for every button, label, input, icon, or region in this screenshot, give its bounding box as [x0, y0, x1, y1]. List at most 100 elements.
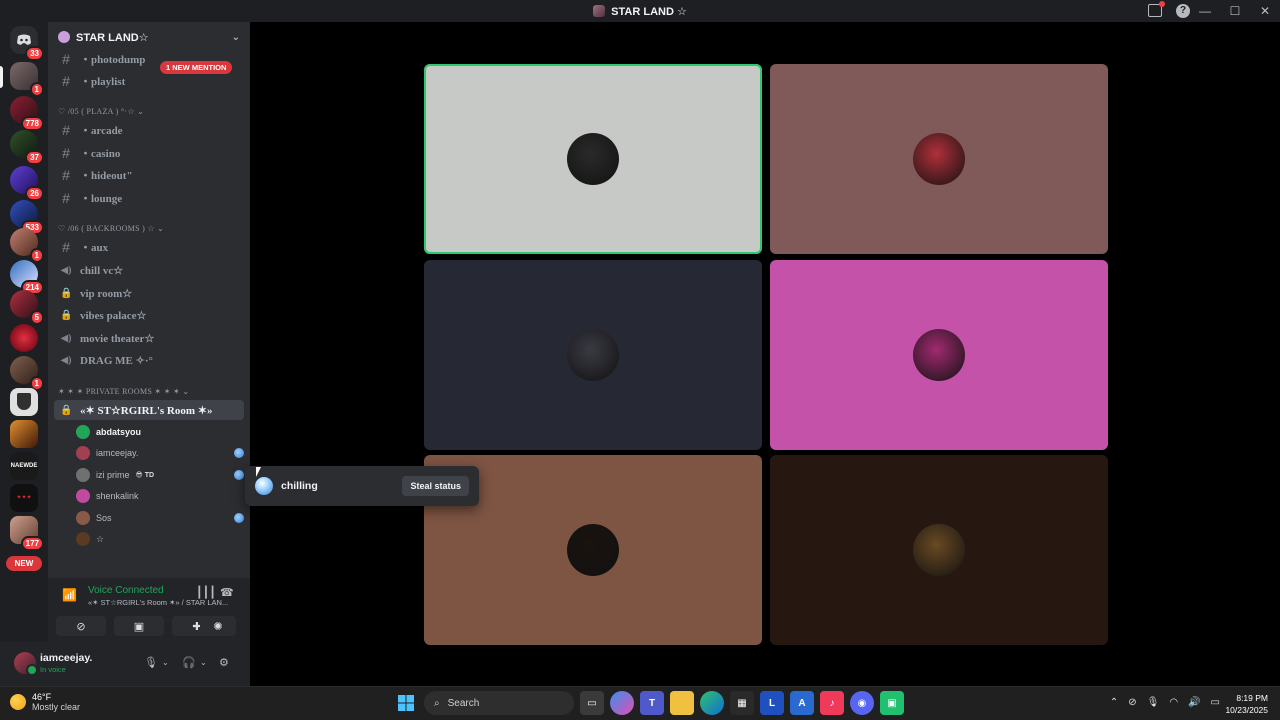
new-unreads-badge[interactable]: NEW [6, 556, 42, 571]
user-panel: iamceejay. In voice 🎙 ⌄ 🎧 ⌄ ⚙ [0, 642, 250, 686]
channel-casino[interactable]: # ・casino [54, 143, 244, 163]
server-icon[interactable]: 1 [10, 356, 44, 391]
app-a-icon[interactable]: A [790, 691, 814, 715]
server-icon[interactable]: 1 [10, 62, 44, 97]
voice-channel-chill-vc[interactable]: ◀) chill vc☆ [54, 260, 244, 280]
server-icon[interactable]: NAEWDE [10, 452, 38, 480]
voice-status[interactable]: Voice Connected [88, 585, 164, 596]
headphones-icon[interactable]: 🎧 [182, 656, 196, 669]
start-button[interactable] [394, 691, 418, 715]
clock[interactable]: 8:19 PM 10/23/2025 [1225, 692, 1268, 716]
taskbar-search[interactable]: ⌕ Search [424, 691, 574, 715]
voice-stage [250, 22, 1280, 686]
close-icon[interactable]: ✕ [1250, 4, 1280, 18]
voice-user[interactable]: Sos [76, 508, 244, 528]
avatar [76, 468, 90, 482]
microphone-icon[interactable]: 🎙 [1147, 697, 1160, 708]
voice-user[interactable]: izi prime 😎 TD [76, 465, 244, 485]
file-explorer-icon[interactable] [670, 691, 694, 715]
chevron-down-icon[interactable]: ⌄ [232, 32, 240, 43]
channel-lounge[interactable]: # ・lounge [54, 188, 244, 208]
camera-off-button[interactable]: ⊘ [56, 616, 106, 636]
chevron-down-icon[interactable]: ⌄ [200, 658, 207, 667]
weather-temp: 46°F [32, 692, 52, 702]
voice-channel-movie-theater[interactable]: ◀) movie theater☆ [54, 328, 244, 348]
wifi-icon[interactable]: ◠ [1169, 697, 1178, 708]
disconnect-icon[interactable]: ☎ [220, 586, 234, 599]
noise-suppression-icon[interactable]: ┃┃┃ [196, 586, 216, 599]
signal-icon[interactable]: 📶 [62, 588, 78, 602]
server-icon[interactable] [10, 388, 38, 416]
server-icon[interactable]: 5 [10, 290, 44, 325]
channel-label: vip room☆ [80, 287, 133, 300]
chevron-up-icon[interactable]: ⌃ [1110, 697, 1118, 708]
participant-tile[interactable] [770, 260, 1108, 450]
avatar [567, 133, 619, 185]
server-icon[interactable] [10, 324, 38, 352]
maximize-icon[interactable]: ☐ [1220, 4, 1250, 18]
server-icon[interactable]: 533 [10, 200, 44, 235]
channel-playlist[interactable]: # ・playlist [54, 71, 244, 91]
server-icon[interactable]: 37 [10, 130, 44, 165]
voice-channel-vip-room[interactable]: 🔒 vip room☆ [54, 283, 244, 303]
activity-icon [234, 513, 244, 523]
screen-share-button[interactable]: ▣ [114, 616, 164, 636]
participant-tile[interactable] [770, 64, 1108, 254]
server-icon[interactable]: 214 [10, 260, 44, 295]
weather-widget[interactable]: 46°F Mostly clear [10, 692, 80, 712]
volume-icon[interactable]: 🔊 [1188, 697, 1200, 708]
direct-messages-button[interactable]: 33 [10, 26, 44, 61]
settings-gear-icon[interactable]: ⚙ [219, 656, 229, 669]
category-private-rooms[interactable]: ✶ ✶ ✶ PRIVATE ROOMS ✶ ✶ ✶ ⌄ [58, 387, 189, 396]
discord-icon[interactable]: ◉ [850, 691, 874, 715]
category-backrooms[interactable]: ♡ /06 ( BACKROOMS ) ☆ ⌄ [58, 224, 164, 233]
participant-tile[interactable] [770, 455, 1108, 645]
hash-icon: # [62, 190, 70, 206]
voice-user[interactable]: abdatsyou [76, 422, 244, 442]
hash-icon: # [62, 145, 70, 161]
server-icon[interactable]: 778 [10, 96, 44, 131]
chevron-down-icon[interactable]: ⌄ [162, 658, 169, 667]
app-green-icon[interactable]: ▣ [880, 691, 904, 715]
voice-user[interactable]: iamceejay. [76, 443, 244, 463]
participant-tile[interactable] [424, 260, 762, 450]
server-icon[interactable]: ✦✦✦ [10, 484, 38, 512]
server-icon[interactable]: 26 [10, 166, 44, 201]
server-icon[interactable] [10, 420, 38, 448]
task-view-icon[interactable]: ▭ [580, 691, 604, 715]
category-plaza[interactable]: ♡ /05 ( PLAZA ) °·☆ ⌄ [58, 107, 144, 116]
microphone-icon[interactable]: 🎙 [144, 656, 158, 669]
camera-icon[interactable]: ⊘ [1128, 697, 1136, 708]
minimize-icon[interactable]: — [1190, 4, 1220, 18]
guild-header[interactable]: STAR LAND☆ ⌄ [48, 22, 250, 52]
channel-arcade[interactable]: # ・arcade [54, 120, 244, 140]
server-badge: 37 [25, 150, 44, 165]
steal-status-button[interactable]: Steal status [402, 476, 469, 496]
voice-user[interactable]: ☆ [76, 529, 244, 549]
music-icon[interactable]: ♪ [820, 691, 844, 715]
participant-tile[interactable] [424, 64, 762, 254]
voice-channel-drag-me[interactable]: ◀) DRAG ME ✧·° [54, 350, 244, 370]
server-icon[interactable]: 177 [10, 516, 44, 551]
user-name[interactable]: iamceejay. [40, 652, 92, 664]
channel-hideout[interactable]: # ・hideout" [54, 165, 244, 185]
soundboard-button[interactable]: ✺ [200, 616, 236, 636]
store-icon[interactable]: ▦ [730, 691, 754, 715]
app-l-icon[interactable]: L [760, 691, 784, 715]
help-icon[interactable]: ? [1176, 4, 1190, 18]
voice-user[interactable]: shenkalink [76, 486, 244, 506]
channel-aux[interactable]: # ・aux [54, 237, 244, 257]
inbox-icon[interactable] [1148, 1, 1165, 17]
window-title: STAR LAND ☆ [611, 5, 687, 18]
copilot-icon[interactable] [610, 691, 634, 715]
voice-channel-path[interactable]: «✶ ST☆RGIRL's Room ✶» / STAR LAN... [88, 598, 238, 607]
soundboard-icon: ✺ [213, 620, 223, 633]
avatar[interactable] [14, 652, 38, 676]
edge-icon[interactable] [700, 691, 724, 715]
voice-channel-stargirls-room[interactable]: 🔒 «✶ ST☆RGIRL's Room ✶» [54, 400, 244, 420]
server-icon[interactable]: 1 [10, 228, 44, 263]
battery-icon[interactable]: ▭ [1211, 697, 1220, 708]
teams-icon[interactable]: T [640, 691, 664, 715]
voice-channel-vibes-palace[interactable]: 🔒 vibes palace☆ [54, 305, 244, 325]
locked-speaker-icon: 🔒 [60, 287, 73, 299]
